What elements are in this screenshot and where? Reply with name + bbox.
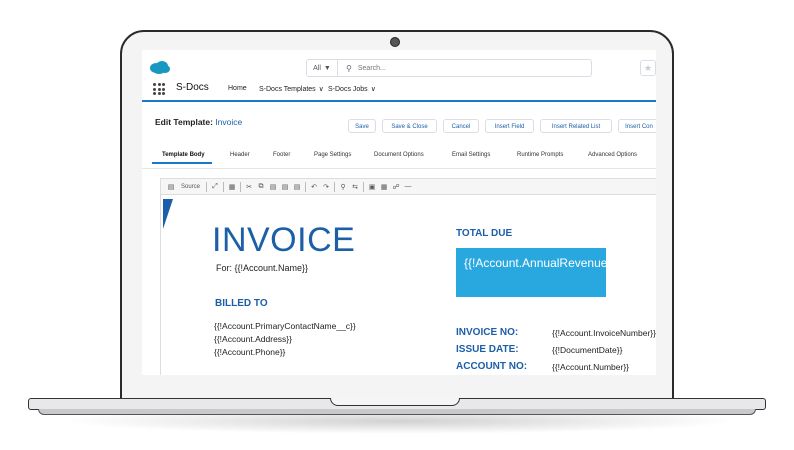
search-scope-label: All [313,64,321,72]
salesforce-cloud-logo [150,61,170,74]
save-close-button[interactable]: Save & Close [382,119,437,133]
camera-icon [390,37,400,47]
nav-item-home[interactable]: Home [228,85,247,92]
caret-down-icon: ▼ [323,64,331,72]
maximize-icon[interactable]: ⤢ [211,183,219,191]
account-number-value: {{!Account.Number}} [552,362,630,372]
tab-template-body[interactable]: Template Body [162,152,205,158]
redo-icon[interactable]: ↷ [322,183,330,191]
search-scope-dropdown[interactable]: All ▼ [307,60,338,76]
link-icon[interactable]: ☍ [392,183,400,191]
insert-related-list-button[interactable]: Insert Related List [540,119,612,133]
insert-content-button[interactable]: Insert Con [618,119,656,133]
editor-toolbar: ▤ Source ⤢ ▦ ✂ ⧉ ▤ ▤ ▤ ↶ ↷ ⚲ ⇆ ▣ ▦ ☍ ― [161,179,656,195]
horizontal-line-icon[interactable]: ― [404,183,412,190]
page-title-value: Invoice [215,117,243,127]
tab-email-settings[interactable]: Email Settings [452,152,490,158]
global-search[interactable]: All ▼ ⚲ Search... [306,59,592,77]
chevron-down-icon: ∨ [370,86,376,93]
page-title-label: Edit Template: [155,117,213,127]
billed-to-line: {{!Account.Phone}} [214,347,286,357]
laptop-base-bottom [38,409,756,415]
page-corner-decoration [163,199,173,229]
cut-icon[interactable]: ✂ [245,183,253,191]
total-due-value: {{!Account.AnnualRevenue}} [464,256,616,270]
tab-document-options[interactable]: Document Options [374,152,424,158]
show-blocks-icon[interactable]: ▦ [228,183,236,191]
search-input[interactable]: Search... [358,65,386,72]
source-icon: ▤ [167,183,175,191]
invoice-number-value: {{!Account.InvoiceNumber}} [552,328,656,338]
tab-footer[interactable]: Footer [273,152,290,158]
tab-runtime-prompts[interactable]: Runtime Prompts [517,152,563,158]
billed-to-label: BILLED TO [215,298,268,309]
favorites-star-icon[interactable]: ★ [640,60,656,76]
toolbar-separator [305,181,307,192]
invoice-number-label: INVOICE NO: [456,327,519,338]
app-launcher-icon[interactable] [153,83,165,95]
billed-to-line: {{!Account.Address}} [214,334,292,344]
cancel-button[interactable]: Cancel [443,119,479,133]
tab-page-settings[interactable]: Page Settings [314,152,351,158]
nav-item-sdocs-templates[interactable]: S-Docs Templates ∨ [259,85,324,93]
rich-text-editor[interactable]: ▤ Source ⤢ ▦ ✂ ⧉ ▤ ▤ ▤ ↶ ↷ ⚲ ⇆ ▣ ▦ ☍ ― I… [160,178,656,375]
laptop-screen: All ▼ ⚲ Search... ★ S-Docs Home S-Docs T… [142,50,656,375]
billed-to-line: {{!Account.PrimaryContactName__c}} [214,321,356,331]
total-due-label: TOTAL DUE [456,228,513,239]
issue-date-value: {{!DocumentDate}} [552,345,623,355]
toolbar-separator [223,181,225,192]
invoice-title: INVOICE [212,221,356,259]
toolbar-separator [363,181,365,192]
chevron-down-icon: ∨ [318,86,324,93]
undo-icon[interactable]: ↶ [310,183,318,191]
paste-text-icon[interactable]: ▤ [281,183,289,191]
copy-icon[interactable]: ⧉ [257,183,265,191]
laptop-notch [330,398,460,406]
toolbar-separator [206,181,208,192]
template-tabs: Template Body Header Footer Page Setting… [142,148,656,166]
insert-field-button[interactable]: Insert Field [485,119,534,133]
tab-advanced-options[interactable]: Advanced Options [588,152,637,158]
app-name: S-Docs [176,82,209,93]
toolbar-separator [334,181,336,192]
replace-icon[interactable]: ⇆ [351,183,359,191]
source-button[interactable]: Source [181,184,200,190]
app-navigation-bar: S-Docs Home S-Docs Templates ∨ S-Docs Job… [142,80,656,102]
toolbar-separator [240,181,242,192]
page-title: Edit Template: Invoice [155,117,242,127]
nav-item-sdocs-jobs[interactable]: S-Docs Jobs ∨ [328,85,376,93]
active-tab-indicator [152,162,212,164]
find-icon[interactable]: ⚲ [339,183,347,191]
search-icon: ⚲ [346,63,352,73]
paste-icon[interactable]: ▤ [269,183,277,191]
account-number-label: ACCOUNT NO: [456,361,528,372]
save-button[interactable]: Save [348,119,376,133]
issue-date-label: ISSUE DATE: [456,344,519,355]
total-due-box: {{!Account.AnnualRevenue}} [456,248,615,297]
table-icon[interactable]: ▦ [380,183,388,191]
paste-word-icon[interactable]: ▤ [293,183,301,191]
tabs-divider [142,168,656,169]
image-icon[interactable]: ▣ [368,183,376,191]
invoice-for-line: For: {{!Account.Name}} [216,263,309,273]
tab-header[interactable]: Header [230,152,250,158]
